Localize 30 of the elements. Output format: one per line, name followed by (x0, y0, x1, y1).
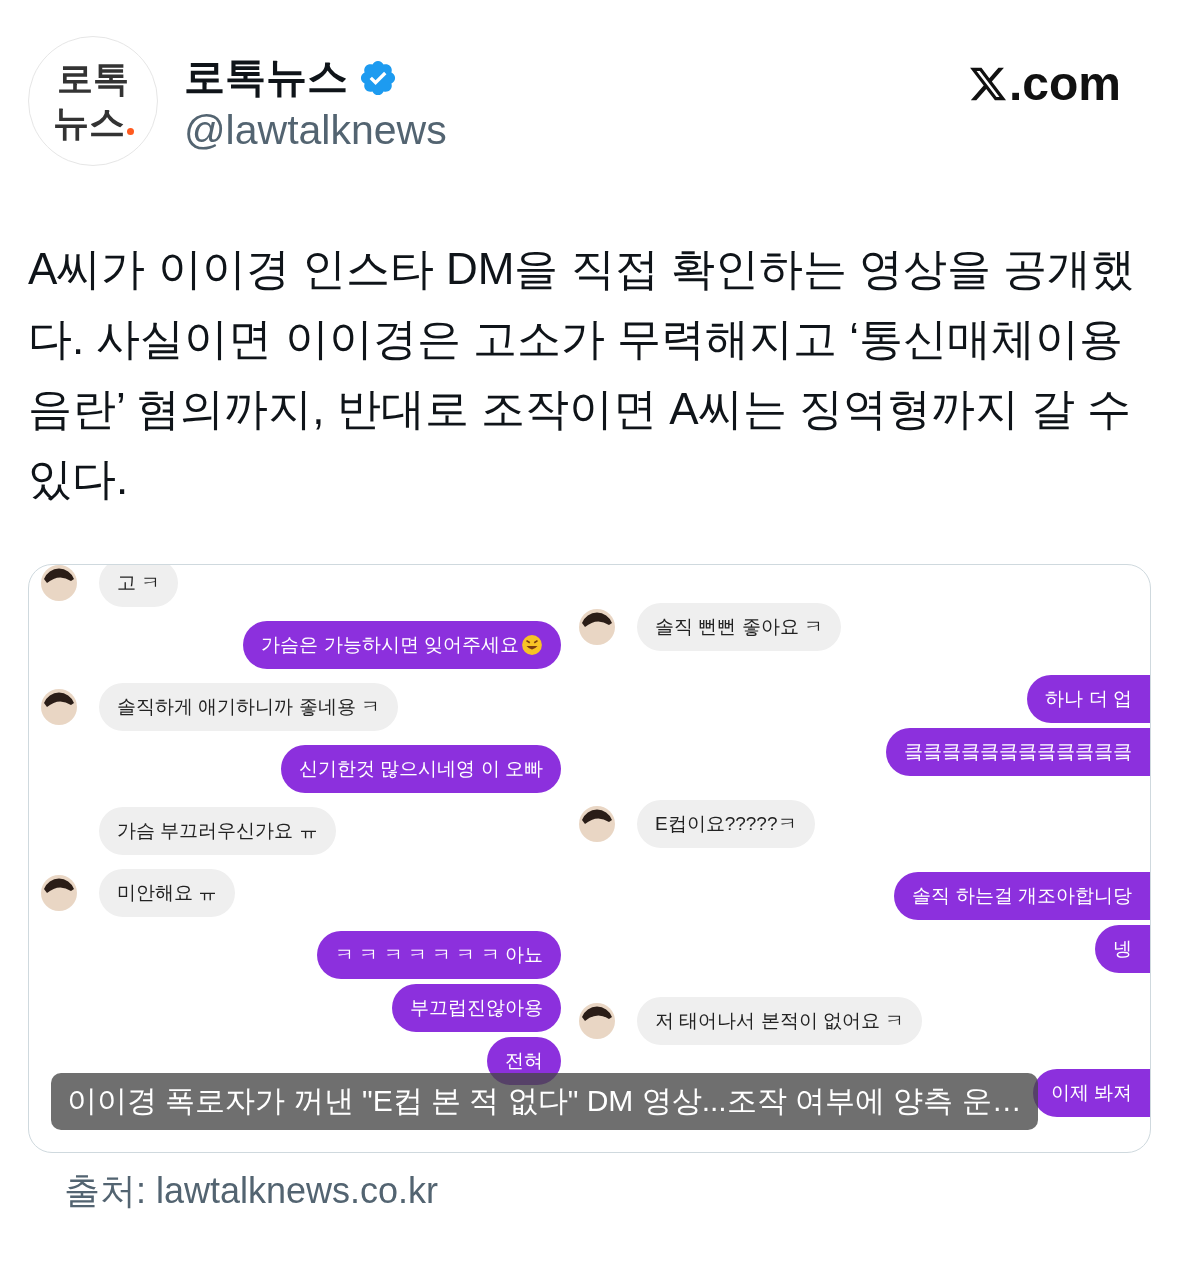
avatar-icon (579, 806, 615, 842)
media-card[interactable] (28, 564, 1151, 1153)
site-domain: .com (1008, 56, 1121, 111)
logo-text: 로톡 (57, 57, 129, 101)
message-bubble: 가슴 부끄러우신가요 ㅠ (99, 807, 336, 855)
avatar-icon (579, 609, 615, 645)
message-bubble: 솔직 뻔뻔 좋아요 ㅋ (637, 603, 841, 651)
message-bubble: E컵이요?????ㅋ (637, 800, 815, 848)
message-bubble: 신기한것 많으시네영 이 오빠 (281, 745, 561, 793)
avatar-icon (41, 875, 77, 911)
avatar-icon (41, 565, 77, 601)
message-bubble: 저 태어나서 본적이 없어요 ㅋ (637, 997, 923, 1045)
message-bubble: 가슴은 가능하시면 잊어주세요 (243, 621, 561, 669)
avatar-icon (41, 689, 77, 725)
account-name[interactable]: 로톡뉴스 (184, 50, 348, 105)
message-bubble: 고 ㅋ (99, 565, 179, 607)
avatar-icon (579, 1003, 615, 1039)
account-handle[interactable]: @lawtalknews (184, 107, 447, 154)
message-bubble: 솔직하게 애기하니까 좋네용 ㅋ (99, 683, 398, 731)
source-link[interactable]: 출처: lawtalknews.co.kr (64, 1167, 1151, 1216)
video-caption: 이이경 폭로자가 꺼낸 "E컵 본 적 없다" DM 영상...조작 여부에 양측 운… (51, 1073, 1038, 1130)
message-bubble: 솔직 하는걸 개조아합니당 (894, 872, 1150, 920)
message-bubble: 미안해요 ㅠ (99, 869, 236, 917)
message-bubble: 하나 더 업 (1027, 675, 1150, 723)
message-bubble: 부끄럽진않아용 (392, 984, 561, 1032)
message-bubble: 넹 (1095, 925, 1150, 973)
message-bubble: ㅋ ㅋ ㅋ ㅋ ㅋ ㅋ ㅋ 아뇨 (317, 931, 561, 979)
message-bubble: 킄킄킄킄킄킄킄킄킄킄킄킄 (886, 728, 1150, 776)
post-text: A씨가 이이경 인스타 DM을 직접 확인하는 영상을 공개했다. 사실이면 이이경은 고소가 무력해지고 ‘통신매체이용음란’ 혐의까지, 반대로 조작이면 A씨는 징역형까지 갈 수 있다. (28, 243, 1137, 505)
logo-text: 뉴스 (52, 101, 134, 145)
